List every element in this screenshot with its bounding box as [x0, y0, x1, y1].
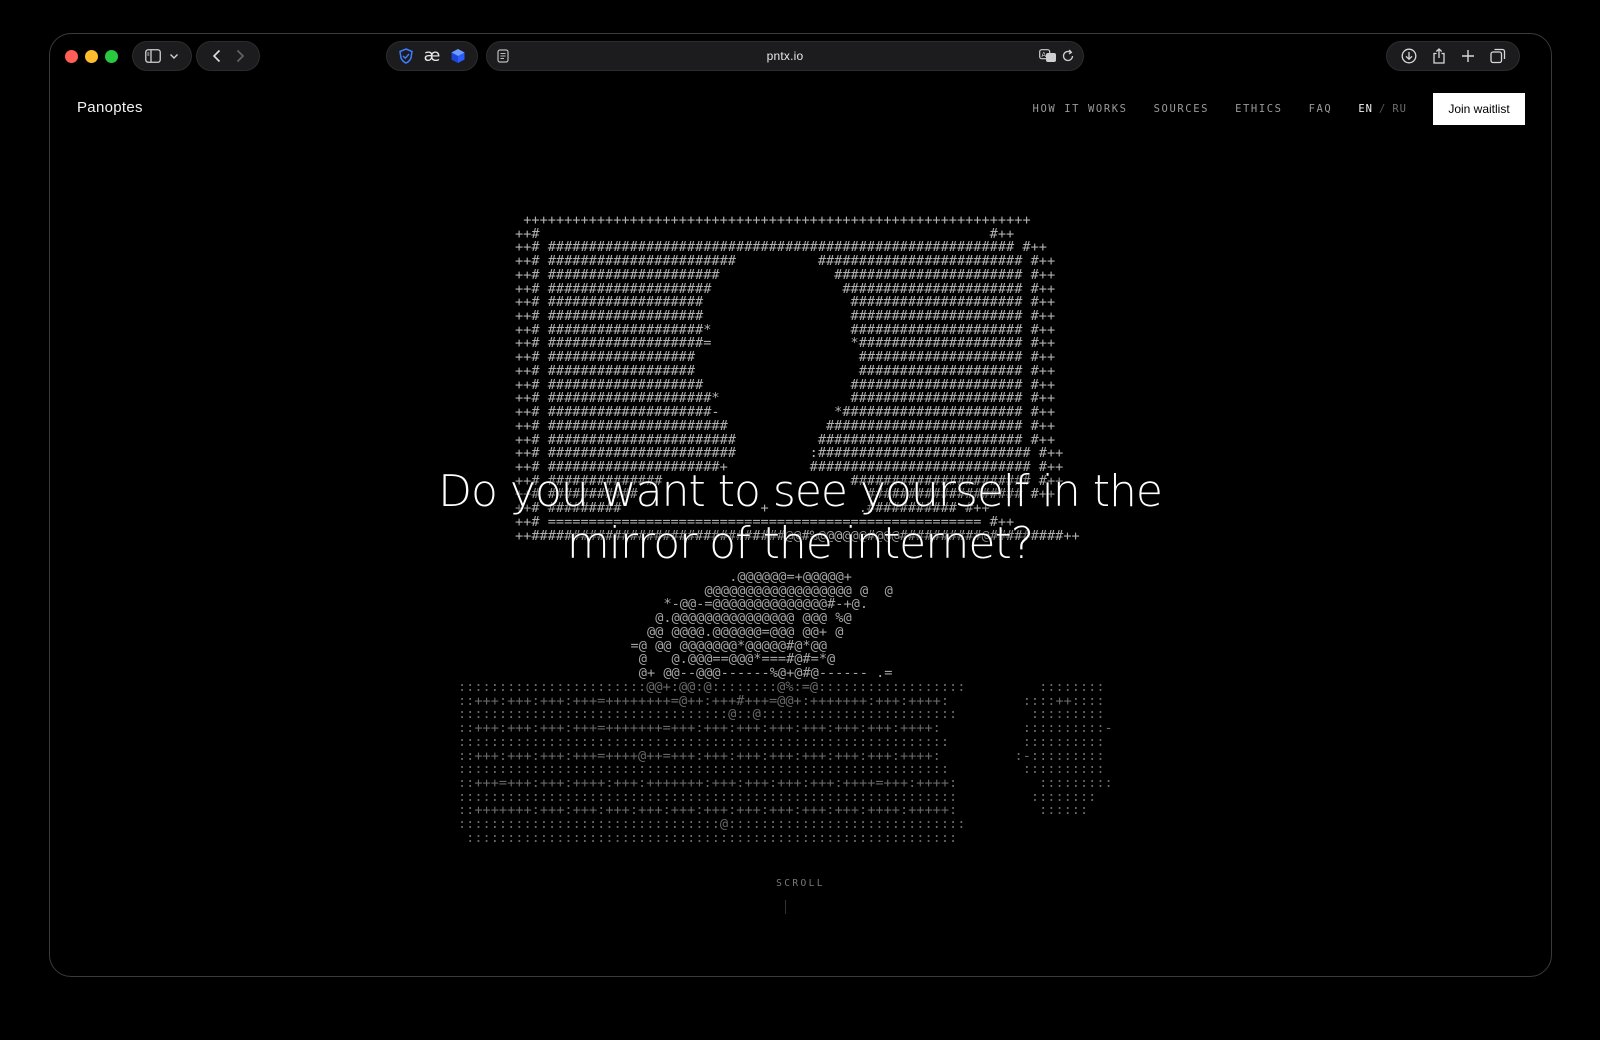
site-logo[interactable]: Panoptes: [77, 99, 143, 116]
lang-separator: /: [1379, 102, 1387, 115]
browser-window: æ pntx.io A ++++++++++++++++++++++++++++…: [49, 33, 1552, 977]
hero-headline: Do you want to see yourself in the mirro…: [300, 466, 1300, 570]
nav-how-it-works[interactable]: HOW IT WORKS: [1033, 103, 1128, 115]
ascii-desk-line: ::::::::::::::::::::::::::::::::::::::::…: [458, 829, 958, 846]
lang-ru[interactable]: RU: [1392, 103, 1407, 115]
join-waitlist-button[interactable]: Join waitlist: [1433, 92, 1525, 125]
language-switcher: EN / RU: [1358, 103, 1407, 115]
main-nav: HOW IT WORKS SOURCES ETHICS FAQ EN / RU Jo…: [1007, 92, 1525, 125]
nav-sources[interactable]: SOURCES: [1154, 103, 1209, 115]
lang-en[interactable]: EN: [1358, 103, 1373, 115]
hero-headline-line-2: mirror of the internet?: [566, 518, 1034, 569]
scroll-indicator-line: [785, 900, 786, 914]
nav-faq[interactable]: FAQ: [1309, 103, 1333, 115]
nav-ethics[interactable]: ETHICS: [1235, 103, 1283, 115]
scroll-hint[interactable]: SCROLL: [50, 878, 1551, 889]
site-header: Panoptes HOW IT WORKS SOURCES ETHICS FAQ…: [50, 92, 1551, 126]
hero-headline-line-1: Do you want to see yourself in the: [438, 466, 1163, 517]
